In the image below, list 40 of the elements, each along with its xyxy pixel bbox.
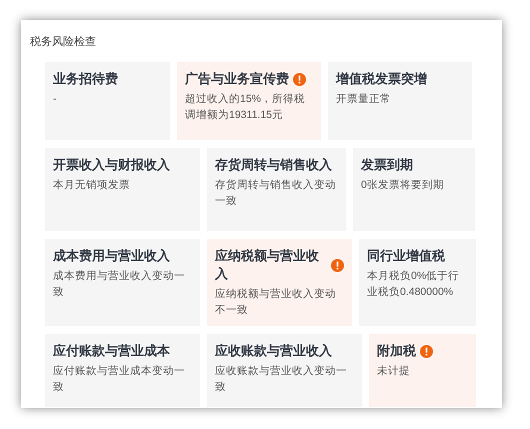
card-title: 成本费用与营业收入 bbox=[53, 247, 170, 265]
card-description: 0张发票将要到期 bbox=[361, 178, 445, 193]
card-title: 增值税发票突增 bbox=[336, 70, 427, 88]
card-description: 应付账款与营业成本变动一致 bbox=[53, 364, 186, 395]
card-title: 存货周转与销售收入 bbox=[215, 156, 332, 174]
card-description: 未计提 bbox=[377, 364, 411, 379]
card-description: 开票量正常 bbox=[336, 92, 392, 107]
risk-card[interactable]: 附加税 未计提 bbox=[369, 334, 476, 407]
warning-icon bbox=[331, 258, 344, 272]
risk-card[interactable]: 应付账款与营业成本 应付账款与营业成本变动一致 bbox=[45, 334, 200, 407]
risk-card[interactable]: 应纳税额与营业收入 应纳税额与营业收入变动不一致 bbox=[207, 239, 352, 326]
warning-icon bbox=[293, 72, 306, 86]
card-description: 应纳税额与营业收入变动不一致 bbox=[215, 287, 337, 318]
risk-card[interactable]: 开票收入与财报收入 本月无销项发票 bbox=[45, 148, 200, 231]
risk-card[interactable]: 同行业增值税 本月税负0%低于行业税负0.480000% bbox=[359, 239, 476, 326]
warning-icon bbox=[420, 344, 433, 358]
card-title: 广告与业务宣传费 bbox=[185, 70, 289, 88]
card-title: 同行业增值税 bbox=[367, 247, 445, 265]
card-title: 应收账款与营业收入 bbox=[215, 342, 332, 360]
card-description: 本月无销项发票 bbox=[53, 178, 131, 193]
card-title: 发票到期 bbox=[361, 156, 413, 174]
card-description: 成本费用与营业收入变动一致 bbox=[53, 269, 186, 300]
card-title: 应付账款与营业成本 bbox=[53, 342, 170, 360]
risk-card[interactable]: 增值税发票突增 开票量正常 bbox=[328, 62, 472, 140]
card-description: 应收账款与营业收入变动一致 bbox=[215, 364, 348, 395]
risk-card[interactable]: 广告与业务宣传费 超过收入的15%，所得税调增额为19311.15元 bbox=[177, 62, 321, 140]
risk-card[interactable]: 业务招待费 - bbox=[45, 62, 170, 140]
card-description: 超过收入的15%，所得税调增额为19311.15元 bbox=[185, 92, 306, 123]
card-title: 业务招待费 bbox=[53, 70, 118, 88]
risk-card[interactable]: 成本费用与营业收入 成本费用与营业收入变动一致 bbox=[45, 239, 200, 326]
card-description: 本月税负0%低于行业税负0.480000% bbox=[367, 269, 460, 300]
risk-card[interactable]: 应收账款与营业收入 应收账款与营业收入变动一致 bbox=[207, 334, 362, 407]
card-description: 存货周转与销售收入变动一致 bbox=[215, 178, 337, 209]
risk-card[interactable]: 存货周转与销售收入 存货周转与销售收入变动一致 bbox=[207, 148, 346, 231]
card-title: 应纳税额与营业收入 bbox=[215, 247, 320, 283]
card-title: 附加税 bbox=[377, 342, 416, 360]
card-description: - bbox=[53, 92, 58, 107]
panel-title: 税务风险检查 bbox=[30, 35, 97, 49]
risk-card[interactable]: 发票到期 0张发票将要到期 bbox=[353, 148, 475, 231]
card-title: 开票收入与财报收入 bbox=[53, 156, 170, 174]
